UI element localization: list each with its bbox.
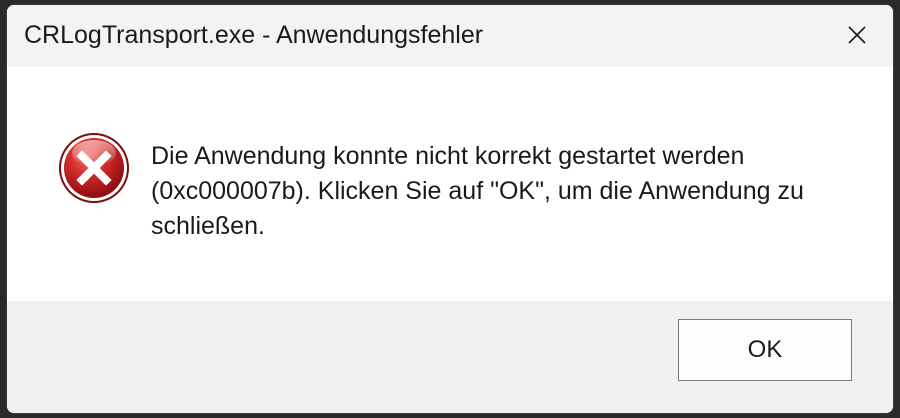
dialog-content: Die Anwendung konnte nicht korrekt gesta…: [7, 67, 893, 301]
close-icon: [848, 26, 866, 44]
error-message: Die Anwendung konnte nicht korrekt gesta…: [151, 142, 804, 240]
window-title: CRLogTransport.exe - Anwendungsfehler: [24, 21, 484, 49]
error-dialog-window: CRLogTransport.exe - Anwendungsfehler Di…: [6, 4, 894, 414]
dialog-footer: OK: [7, 301, 893, 413]
ok-button[interactable]: OK: [678, 319, 852, 381]
title-bar[interactable]: CRLogTransport.exe - Anwendungsfehler: [7, 5, 893, 67]
close-button[interactable]: [835, 15, 879, 55]
error-icon: [59, 133, 129, 203]
